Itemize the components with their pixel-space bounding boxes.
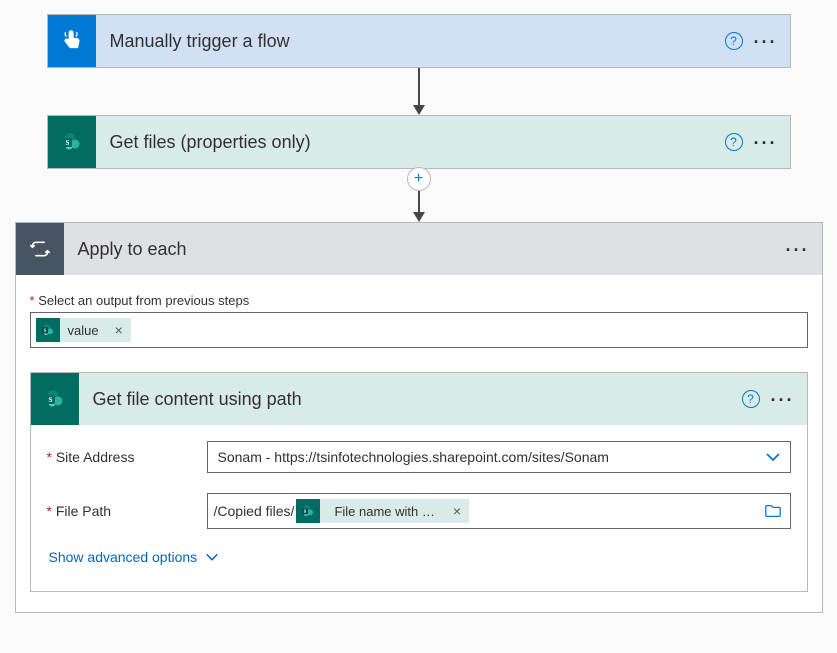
chevron-down-icon xyxy=(205,550,219,564)
dynamic-token[interactable]: S value × xyxy=(36,318,131,342)
help-icon: ? xyxy=(742,390,760,408)
dynamic-token[interactable]: S File name with … × xyxy=(296,499,469,523)
help-icon: ? xyxy=(725,32,743,50)
step-header[interactable]: Apply to each ... xyxy=(16,223,822,275)
step-header[interactable]: Manually trigger a flow ? ... xyxy=(48,15,790,67)
loop-icon xyxy=(16,223,64,275)
sharepoint-icon: S xyxy=(31,373,79,425)
remove-token-button[interactable]: × xyxy=(445,503,469,519)
help-button[interactable]: ? xyxy=(735,383,767,415)
step-title: Get files (properties only) xyxy=(96,132,718,153)
sharepoint-icon: S xyxy=(48,116,96,168)
svg-text:S: S xyxy=(304,510,307,515)
sharepoint-icon: S xyxy=(296,499,320,523)
get-files-step[interactable]: S Get files (properties only) ? ... xyxy=(47,115,791,169)
help-button[interactable]: ? xyxy=(718,126,750,158)
field-label: * Select an output from previous steps xyxy=(30,293,808,308)
help-button[interactable]: ? xyxy=(718,25,750,57)
show-advanced-options[interactable]: Show advanced options xyxy=(47,549,220,565)
token-label: File name with … xyxy=(320,504,444,519)
output-selector-input[interactable]: S value × xyxy=(30,312,808,348)
sharepoint-icon: S xyxy=(36,318,60,342)
chevron-down-icon[interactable] xyxy=(761,445,785,469)
svg-text:S: S xyxy=(43,329,46,334)
file-path-input[interactable]: /Copied files/ S File name with … × xyxy=(207,493,791,529)
step-header[interactable]: S Get files (properties only) ? ... xyxy=(48,116,790,168)
add-step-button[interactable]: + xyxy=(407,167,431,191)
site-address-select[interactable]: Sonam - https://tsinfotechnologies.share… xyxy=(207,441,791,473)
svg-text:S: S xyxy=(65,139,69,147)
svg-text:S: S xyxy=(48,396,52,404)
step-header[interactable]: S Get file content using path ? ... xyxy=(31,373,807,425)
help-icon: ? xyxy=(725,133,743,151)
apply-to-each-step: Apply to each ... * Select an output fro… xyxy=(15,222,823,613)
step-title: Get file content using path xyxy=(79,389,735,410)
field-label: * Site Address xyxy=(47,449,207,465)
more-button[interactable]: ... xyxy=(750,25,782,57)
path-prefix-text: /Copied files/ xyxy=(214,503,295,519)
folder-picker-button[interactable] xyxy=(761,499,785,523)
trigger-step[interactable]: Manually trigger a flow ? ... xyxy=(47,14,791,68)
step-title: Apply to each xyxy=(64,239,782,260)
touch-icon xyxy=(48,15,96,67)
get-file-content-step: S Get file content using path ? ... * Si… xyxy=(30,372,808,592)
remove-token-button[interactable]: × xyxy=(107,322,131,338)
field-label: * File Path xyxy=(47,503,207,519)
connector-arrow xyxy=(413,68,425,115)
more-button[interactable]: ... xyxy=(750,126,782,158)
token-label: value xyxy=(60,323,107,338)
more-button[interactable]: ... xyxy=(782,233,814,265)
more-button[interactable]: ... xyxy=(767,383,799,415)
step-title: Manually trigger a flow xyxy=(96,31,718,52)
